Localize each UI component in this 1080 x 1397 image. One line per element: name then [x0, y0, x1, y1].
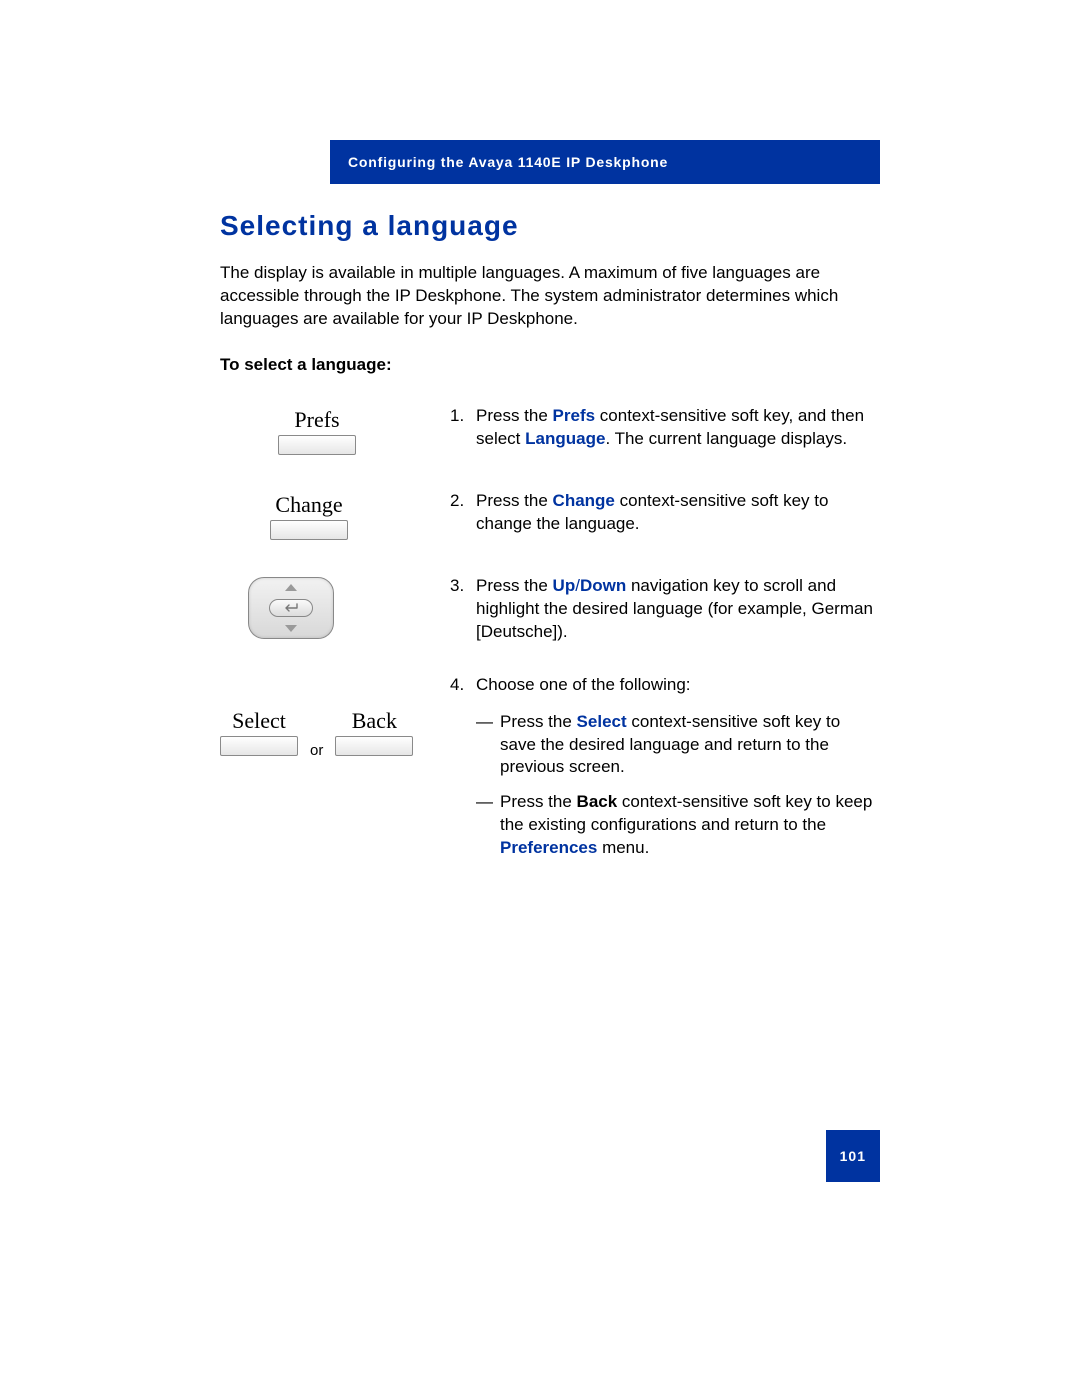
or-text: or: [310, 742, 323, 761]
softkey-button: [270, 520, 348, 540]
navigation-dpad-icon: [248, 577, 334, 639]
step-number: 3.: [450, 575, 476, 644]
dash-bullet: —: [476, 711, 500, 780]
substep-a: — Press the Select context-sensitive sof…: [476, 711, 880, 780]
softkey-button: [220, 736, 298, 756]
page-number: 101: [826, 1130, 880, 1182]
step-1: 1. Press the Prefs context-sensitive sof…: [450, 405, 880, 451]
step-text: Press the Prefs context-sensitive soft k…: [476, 405, 880, 451]
down-arrow-icon: [285, 625, 297, 632]
intro-paragraph: The display is available in multiple lan…: [220, 262, 880, 331]
softkey-label-back: Back: [335, 708, 413, 734]
softkey-label-change: Change: [270, 492, 348, 518]
substep-text: Press the Select context-sensitive soft …: [500, 711, 880, 780]
step-number: 4.: [450, 674, 476, 697]
step-number: 1.: [450, 405, 476, 451]
up-arrow-icon: [285, 584, 297, 591]
softkey-label-prefs: Prefs: [278, 407, 356, 433]
enter-key-icon: [269, 599, 313, 617]
substep-text: Press the Back context-sensitive soft ke…: [500, 791, 880, 860]
step-text: Press the Up/Down navigation key to scro…: [476, 575, 880, 644]
procedure-heading: To select a language:: [220, 355, 880, 375]
softkey-button: [335, 736, 413, 756]
softkey-button: [278, 435, 356, 455]
document-page: Configuring the Avaya 1140E IP Deskphone…: [0, 0, 1080, 902]
substep-b: — Press the Back context-sensitive soft …: [476, 791, 880, 860]
step-number: 2.: [450, 490, 476, 536]
step-text: Choose one of the following:: [476, 674, 691, 697]
step-text: Press the Change context-sensitive soft …: [476, 490, 880, 536]
dash-bullet: —: [476, 791, 500, 860]
section-title: Selecting a language: [220, 210, 880, 242]
step-3: 3. Press the Up/Down navigation key to s…: [450, 575, 880, 644]
running-header: Configuring the Avaya 1140E IP Deskphone: [330, 140, 880, 184]
softkey-label-select: Select: [220, 708, 298, 734]
step-2: 2. Press the Change context-sensitive so…: [450, 490, 880, 536]
step-4: 4. Choose one of the following:: [450, 674, 880, 697]
